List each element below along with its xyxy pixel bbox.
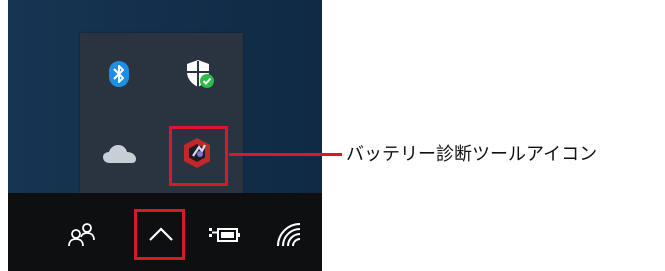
windows-security-icon[interactable] [184, 58, 216, 90]
bluetooth-icon[interactable] [108, 61, 130, 87]
wifi-network-icon[interactable] [275, 222, 305, 248]
callout-leader-line [229, 153, 342, 156]
chevron-highlight-box [134, 209, 185, 260]
callout-label: バッテリー診断ツールアイコン [346, 144, 598, 165]
people-icon[interactable] [67, 222, 97, 248]
onedrive-icon[interactable] [102, 143, 138, 165]
power-battery-icon[interactable] [208, 225, 242, 245]
battery-tool-highlight-box [169, 126, 228, 186]
